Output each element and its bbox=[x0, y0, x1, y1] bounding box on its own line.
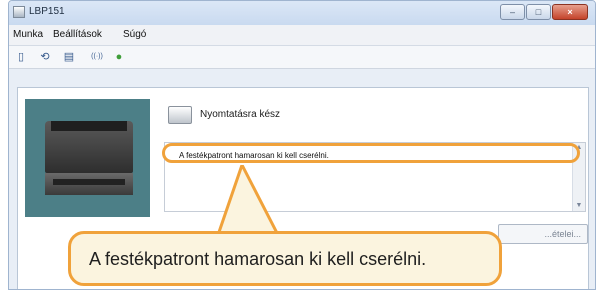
printer-app-icon bbox=[13, 6, 25, 18]
print-queue-icon[interactable]: ▤ bbox=[63, 51, 75, 63]
details-button[interactable]: ...ételei... bbox=[498, 224, 588, 244]
printer-status-icon bbox=[168, 106, 192, 124]
callout-text: A festékpatront hamarosan ki kell cserél… bbox=[89, 249, 427, 269]
menu-help[interactable]: Súgó bbox=[123, 29, 146, 40]
title-bar[interactable]: LBP151 – □ × bbox=[9, 1, 595, 25]
minimize-button[interactable]: – bbox=[500, 4, 525, 20]
globe-icon[interactable]: ● bbox=[113, 51, 125, 63]
refresh-icon[interactable]: ⟲ bbox=[39, 51, 51, 63]
maximize-button[interactable]: □ bbox=[526, 4, 551, 20]
network-icon[interactable]: ((·)) bbox=[87, 51, 107, 63]
close-button[interactable]: × bbox=[552, 4, 588, 20]
printer-status-text: Nyomtatásra kész bbox=[200, 109, 281, 120]
menu-settings[interactable]: Beállítások bbox=[53, 29, 102, 40]
message-highlight bbox=[162, 143, 580, 163]
menu-bar: Munka Beállítások Súgó bbox=[9, 25, 595, 46]
toolbar: ▯ ⟲ ▤ ((·)) ● bbox=[9, 46, 595, 69]
printer-image bbox=[25, 99, 150, 217]
printer-top bbox=[51, 121, 127, 131]
printer-tray bbox=[53, 179, 125, 185]
callout-box: A festékpatront hamarosan ki kell cserél… bbox=[68, 231, 502, 286]
scroll-down-icon[interactable]: ▼ bbox=[573, 201, 585, 211]
page-view-icon[interactable]: ▯ bbox=[15, 51, 27, 63]
menu-job[interactable]: Munka bbox=[13, 29, 43, 40]
window-title: LBP151 bbox=[29, 6, 65, 17]
